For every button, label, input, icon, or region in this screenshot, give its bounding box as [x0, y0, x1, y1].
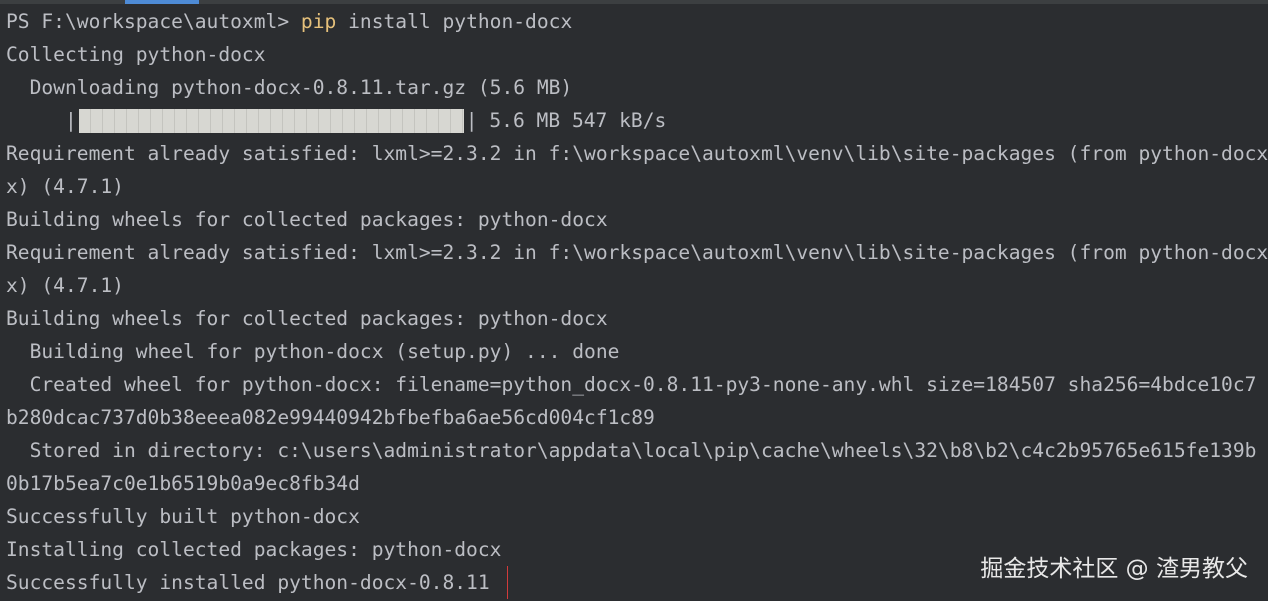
output-line: Downloading python-docx-0.8.11.tar.gz (5…	[6, 76, 573, 99]
output-line: x) (4.7.1)	[6, 175, 124, 198]
output-line: Building wheels for collected packages: …	[6, 307, 608, 330]
active-tab-indicator	[125, 0, 199, 4]
progress-prefix: |	[6, 109, 77, 132]
terminal-output: PS F:\workspace\autoxml> pip install pyt…	[6, 5, 1268, 599]
output-line: Building wheels for collected packages: …	[6, 208, 608, 231]
output-line: x) (4.7.1)	[6, 274, 124, 297]
shell-prompt: PS F:\workspace\autoxml>	[6, 10, 301, 33]
progress-suffix: | 5.6 MB 547 kB/s	[465, 109, 667, 132]
command-args: install python-docx	[336, 10, 573, 33]
output-line: Successfully built python-docx	[6, 505, 360, 528]
download-progress-line: | | 5.6 MB 547 kB/s	[6, 104, 1268, 137]
command-line: PS F:\workspace\autoxml> pip install pyt…	[6, 5, 1268, 38]
output-line: 0b17b5ea7c0e1b6519b0a9ec8fb34d	[6, 472, 360, 495]
output-line: b280dcac737d0b38eeea082e99440942bfbefba6…	[6, 406, 655, 429]
output-line: Requirement already satisfied: lxml>=2.3…	[6, 142, 1268, 165]
install-success-highlight: Successfully installed python-docx-0.8.1…	[6, 566, 508, 599]
output-line: Stored in directory: c:\users\administra…	[6, 439, 1257, 462]
watermark: 掘金技术社区 @ 渣男教父	[980, 556, 1248, 582]
output-line: Building wheel for python-docx (setup.py…	[6, 340, 620, 363]
command-keyword: pip	[300, 10, 337, 33]
output-line: Created wheel for python-docx: filename=…	[6, 373, 1257, 396]
output-line: Collecting python-docx	[6, 43, 266, 66]
download-progress-bar	[78, 108, 464, 133]
output-line: Requirement already satisfied: lxml>=2.3…	[6, 241, 1268, 264]
terminal-window[interactable]: PS F:\workspace\autoxml> pip install pyt…	[0, 0, 1268, 601]
